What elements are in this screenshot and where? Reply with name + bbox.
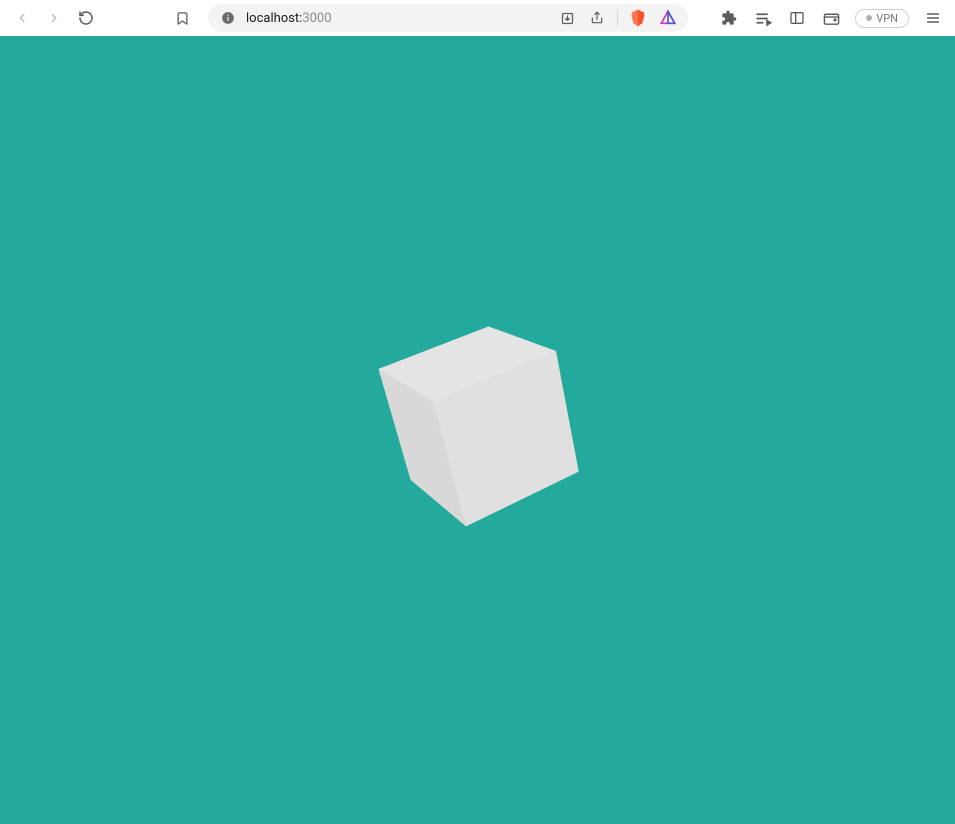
toolbar-right: VPN bbox=[719, 8, 943, 28]
toolbar-divider bbox=[617, 10, 618, 26]
site-info-icon[interactable] bbox=[218, 8, 238, 28]
install-icon[interactable] bbox=[557, 8, 577, 28]
vpn-label: VPN bbox=[876, 12, 898, 25]
reload-button[interactable] bbox=[76, 8, 96, 28]
brave-rewards-icon[interactable] bbox=[658, 8, 678, 28]
playlist-icon[interactable] bbox=[753, 8, 773, 28]
vpn-button[interactable]: VPN bbox=[855, 9, 909, 28]
browser-toolbar: localhost:3000 bbox=[0, 0, 955, 36]
nav-group bbox=[12, 8, 96, 28]
cube-container bbox=[388, 330, 568, 510]
url-port: 3000 bbox=[302, 11, 331, 26]
back-button[interactable] bbox=[12, 8, 32, 28]
wallet-icon[interactable] bbox=[821, 8, 841, 28]
address-bar[interactable]: localhost:3000 bbox=[208, 4, 688, 32]
page-viewport[interactable] bbox=[0, 36, 955, 824]
url-text: localhost:3000 bbox=[246, 11, 549, 26]
address-bar-actions bbox=[557, 8, 678, 28]
menu-button[interactable] bbox=[923, 8, 943, 28]
share-icon[interactable] bbox=[587, 8, 607, 28]
forward-button[interactable] bbox=[44, 8, 64, 28]
rotating-cube bbox=[372, 306, 566, 533]
extensions-icon[interactable] bbox=[719, 8, 739, 28]
url-host: localhost: bbox=[246, 11, 302, 26]
bookmark-button[interactable] bbox=[172, 8, 192, 28]
vpn-status-dot bbox=[866, 15, 872, 21]
brave-shields-icon[interactable] bbox=[628, 8, 648, 28]
sidebar-icon[interactable] bbox=[787, 8, 807, 28]
